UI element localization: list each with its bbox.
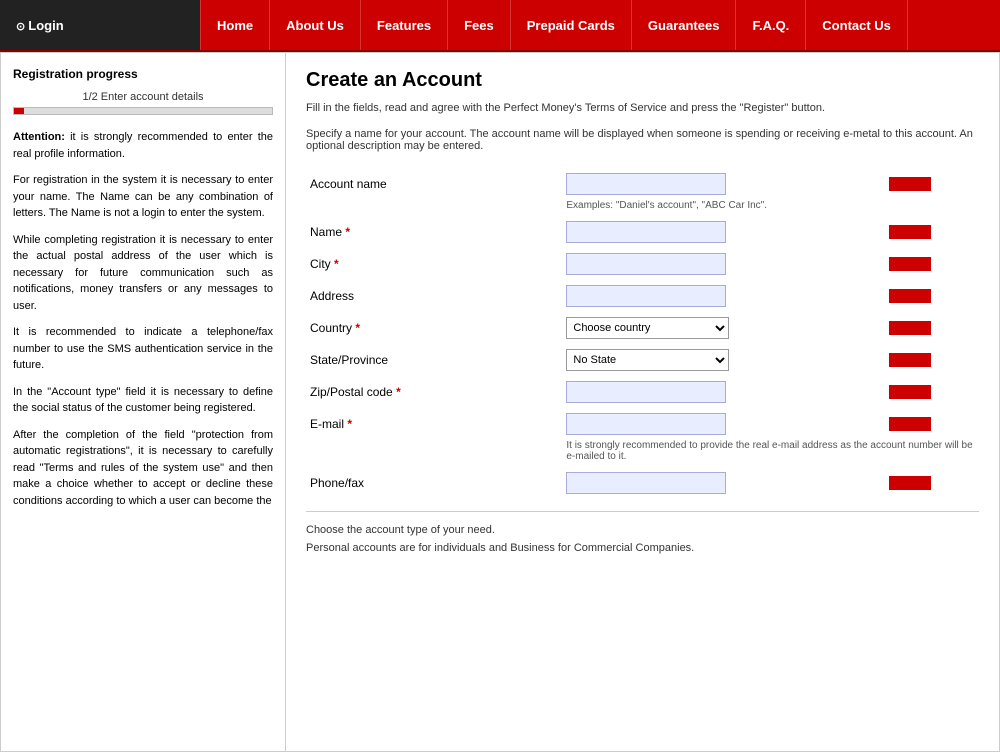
phone-row: Phone/fax — [306, 467, 979, 499]
name-indicator — [883, 216, 979, 248]
email-required-indicator — [889, 417, 931, 431]
email-input[interactable] — [566, 413, 726, 435]
main-layout: Registration progress 1/2 Enter account … — [0, 52, 1000, 752]
zip-required: * — [396, 385, 401, 399]
account-name-indicator — [883, 168, 979, 200]
account-name-note-row: Examples: "Daniel's account", "ABC Car I… — [306, 200, 979, 216]
content-area: Create an Account Fill in the fields, re… — [286, 53, 999, 751]
nav-faq[interactable]: F.A.Q. — [736, 0, 806, 50]
login-link[interactable]: Login — [16, 18, 64, 33]
address-label: Address — [306, 280, 562, 312]
country-row: Country * Choose country — [306, 312, 979, 344]
city-input-cell — [562, 248, 882, 280]
account-name-input[interactable] — [566, 173, 726, 195]
zip-indicator — [883, 376, 979, 408]
address-indicator — [883, 280, 979, 312]
city-required-indicator — [889, 257, 931, 271]
email-input-cell — [562, 408, 882, 440]
sidebar-para4: It is recommended to indicate a telephon… — [13, 324, 273, 374]
email-note: It is strongly recommended to provide th… — [562, 440, 979, 467]
nav-home[interactable]: Home — [200, 0, 270, 50]
nav-features[interactable]: Features — [361, 0, 448, 50]
nav-guarantees[interactable]: Guarantees — [632, 0, 737, 50]
state-label: State/Province — [306, 344, 562, 376]
required-indicator — [889, 177, 931, 191]
name-label: Name * — [306, 216, 562, 248]
country-required-indicator — [889, 321, 931, 335]
email-label: E-mail * — [306, 408, 562, 440]
sidebar-para5: In the "Account type" field it is necess… — [13, 384, 273, 417]
progress-bar-outer — [13, 107, 273, 115]
progress-bar-inner — [14, 108, 24, 114]
phone-indicator — [883, 467, 979, 499]
email-indicator — [883, 408, 979, 440]
email-row: E-mail * — [306, 408, 979, 440]
progress-label: 1/2 Enter account details — [13, 91, 273, 103]
phone-input[interactable] — [566, 472, 726, 494]
bottom-text-1: Choose the account type of your need. — [306, 524, 979, 536]
form-table: Account name Examples: "Daniel's account… — [306, 168, 979, 499]
state-required-indicator — [889, 353, 931, 367]
address-row: Address — [306, 280, 979, 312]
name-required-indicator — [889, 225, 931, 239]
page-title: Create an Account — [306, 69, 979, 92]
name-input-cell — [562, 216, 882, 248]
sidebar: Registration progress 1/2 Enter account … — [1, 53, 286, 751]
attention-bold: Attention: — [13, 131, 65, 143]
zip-row: Zip/Postal code * — [306, 376, 979, 408]
country-required: * — [355, 321, 360, 335]
address-input-cell — [562, 280, 882, 312]
city-input[interactable] — [566, 253, 726, 275]
nav-prepaid[interactable]: Prepaid Cards — [511, 0, 632, 50]
sidebar-para6: After the completion of the field "prote… — [13, 427, 273, 510]
city-row: City * — [306, 248, 979, 280]
address-input[interactable] — [566, 285, 726, 307]
phone-required-indicator — [889, 476, 931, 490]
account-name-label: Account name — [306, 168, 562, 200]
email-note-row: It is strongly recommended to provide th… — [306, 440, 979, 467]
sidebar-para2: For registration in the system it is nec… — [13, 172, 273, 222]
state-select-cell: No State — [562, 344, 882, 376]
phone-input-cell — [562, 467, 882, 499]
state-indicator — [883, 344, 979, 376]
zip-label: Zip/Postal code * — [306, 376, 562, 408]
state-select[interactable]: No State — [566, 349, 729, 371]
city-indicator — [883, 248, 979, 280]
bottom-text-2: Personal accounts are for individuals an… — [306, 542, 979, 554]
sidebar-para1: Attention: it is strongly recommended to… — [13, 129, 273, 162]
zip-input-cell — [562, 376, 882, 408]
name-input[interactable] — [566, 221, 726, 243]
nav-about[interactable]: About Us — [270, 0, 361, 50]
form-divider — [306, 511, 979, 512]
state-row: State/Province No State — [306, 344, 979, 376]
city-required: * — [334, 257, 339, 271]
country-label: Country * — [306, 312, 562, 344]
topbar: Login Home About Us Features Fees Prepai… — [0, 0, 1000, 52]
nav-contact[interactable]: Contact Us — [806, 0, 908, 50]
country-select[interactable]: Choose country — [566, 317, 729, 339]
account-name-note: Examples: "Daniel's account", "ABC Car I… — [562, 200, 979, 216]
phone-label: Phone/fax — [306, 467, 562, 499]
address-required-indicator — [889, 289, 931, 303]
name-row: Name * — [306, 216, 979, 248]
name-required: * — [345, 225, 350, 239]
email-required: * — [347, 417, 352, 431]
login-area[interactable]: Login — [0, 0, 200, 50]
sidebar-para3: While completing registration it is nece… — [13, 232, 273, 315]
zip-input[interactable] — [566, 381, 726, 403]
city-label: City * — [306, 248, 562, 280]
main-nav: Home About Us Features Fees Prepaid Card… — [200, 0, 1000, 50]
intro-text: Fill in the fields, read and agree with … — [306, 102, 979, 114]
registration-form: complete information Account name — [306, 168, 979, 554]
nav-fees[interactable]: Fees — [448, 0, 511, 50]
zip-required-indicator — [889, 385, 931, 399]
country-select-cell: Choose country — [562, 312, 882, 344]
sidebar-title: Registration progress — [13, 67, 273, 81]
country-indicator — [883, 312, 979, 344]
subtext: Specify a name for your account. The acc… — [306, 128, 979, 152]
account-name-input-cell — [562, 168, 882, 200]
account-name-row: Account name — [306, 168, 979, 200]
